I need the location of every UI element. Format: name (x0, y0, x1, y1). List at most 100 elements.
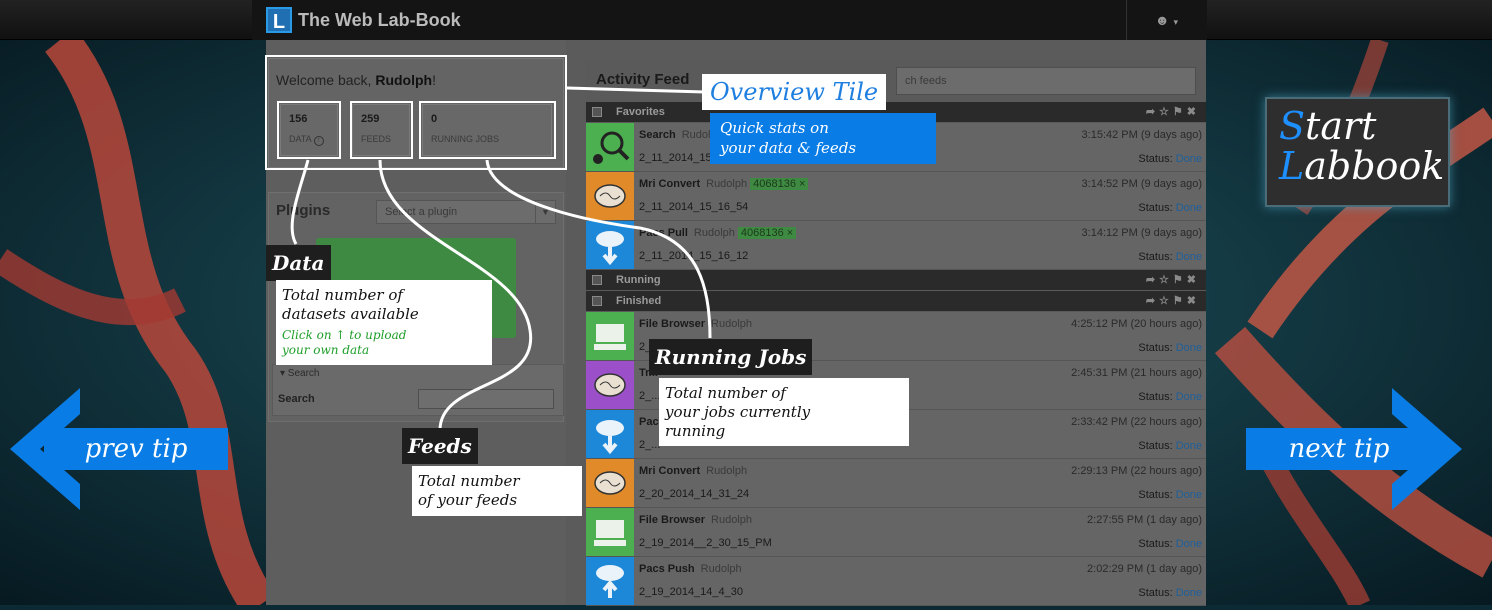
data-highlight (277, 101, 341, 159)
feed-status-link[interactable]: Done (1176, 153, 1202, 165)
feed-status-label: Status: (1138, 391, 1176, 403)
feed-plugin-name: Pacs Push (639, 563, 695, 575)
feed-time: 2:45:31 PM (21 hours ago) (1071, 367, 1202, 379)
section-running[interactable]: Running ➦☆⚑✖ (586, 270, 1206, 290)
start-word-rest: tart (1305, 104, 1377, 148)
feed-tag[interactable]: 4068136 × (737, 227, 797, 239)
feed-time: 4:25:12 PM (20 hours ago) (1071, 318, 1202, 330)
feed-status-label: Status: (1138, 153, 1176, 165)
feed-name[interactable]: Mri Convert Rudolph 4068136 × (639, 178, 809, 190)
feed-subtitle: 2_19_2014__2_30_15_PM (639, 537, 772, 549)
feed-row[interactable]: Mri Convert Rudolph 2_20_2014_14_31_24 2:29… (586, 459, 1206, 508)
feed-status: Status: Done (1138, 153, 1202, 165)
feed-time: 2:02:29 PM (1 day ago) (1087, 563, 1202, 575)
feed-status-link[interactable]: Done (1176, 489, 1202, 501)
feed-plugin-name: File Browser (639, 514, 706, 526)
feed-search-input[interactable]: ch feeds (896, 67, 1196, 95)
feed-row[interactable]: Pacs Push Rudolph 2_19_2014_14_4_30 2:02:29… (586, 557, 1206, 606)
section-running-label: Running (616, 274, 661, 286)
next-tip-button[interactable]: next tip (1246, 428, 1432, 470)
section-actions[interactable]: ➦☆⚑✖ (1146, 270, 1200, 290)
feed-plugin-name: Mri Convert (639, 465, 701, 477)
cloud-download-icon (586, 221, 634, 269)
plugins-title: Plugins (276, 202, 331, 219)
tour-jobs-title: Running Jobs (649, 339, 813, 375)
chevron-down-icon: ▾ (1173, 17, 1179, 27)
jobs-highlight (419, 101, 556, 159)
feed-tag[interactable]: 4068136 × (750, 178, 809, 190)
brain-icon (586, 459, 634, 507)
section-actions[interactable]: ➦☆⚑✖ (1146, 102, 1200, 122)
section-finished[interactable]: Finished ➦☆⚑✖ (586, 291, 1206, 311)
feed-user: Rudolph (700, 563, 742, 575)
activity-feed-title: Activity Feed (596, 71, 690, 88)
feed-status-link[interactable]: Done (1176, 538, 1202, 550)
feed-status: Status: Done (1138, 391, 1202, 403)
section-checkbox[interactable] (592, 107, 602, 117)
section-checkbox[interactable] (592, 275, 602, 285)
feed-subtitle: 2_11_2014_15_16_54 (639, 201, 749, 213)
feed-row[interactable]: Mri Convert Rudolph 4068136 × 2_11_2014_15_… (586, 172, 1206, 221)
top-navbar (0, 0, 1492, 40)
feed-row[interactable]: Pacs Pull Rudolph 4068136 × 2_11_2014_15_16… (586, 221, 1206, 270)
section-favorites-label: Favorites (616, 106, 665, 118)
app-logo: L (266, 7, 292, 33)
tour-jobs-body: Total number of your jobs currently runn… (659, 378, 909, 447)
cloud-download-icon (586, 410, 634, 458)
feed-subtitle: 2_20_2014_14_31_24 (639, 488, 750, 500)
feed-name[interactable]: File Browser Rudolph (639, 514, 752, 526)
folder-icon (586, 312, 634, 360)
section-actions[interactable]: ➦☆⚑✖ (1146, 291, 1200, 311)
feed-status-link[interactable]: Done (1176, 342, 1202, 354)
feed-status-link[interactable]: Done (1176, 202, 1202, 214)
feed-status-link[interactable]: Done (1176, 587, 1202, 599)
feed-status-label: Status: (1138, 587, 1176, 599)
tour-data-line-2: datasets available (282, 304, 419, 323)
feed-status: Status: Done (1138, 342, 1202, 354)
feed-subtitle: 2_11_2014_15_16_12 (639, 250, 749, 262)
prev-tip-button[interactable]: prev tip (44, 428, 228, 470)
feed-user: Rudolph (706, 465, 748, 477)
feed-time: 3:14:12 PM (9 days ago) (1081, 227, 1202, 239)
tour-data-line-1: Total number of (282, 286, 403, 304)
feed-status-label: Status: (1138, 538, 1176, 550)
feed-status-label: Status: (1138, 440, 1176, 452)
feed-plugin-name: Search (639, 129, 676, 141)
search-toggle[interactable]: ▾ Search (280, 368, 319, 379)
tour-overview-title: Overview Tile (702, 74, 887, 110)
section-finished-label: Finished (616, 295, 662, 307)
feed-status-label: Status: (1138, 342, 1176, 354)
tour-feeds-line-2: of your feeds (418, 490, 518, 509)
user-menu-button[interactable]: ☻ ▾ (1126, 0, 1206, 40)
feed-status: Status: Done (1138, 538, 1202, 550)
tour-data-hint-2: your own data (282, 343, 370, 358)
plugin-select-placeholder: Select a plugin (385, 206, 458, 218)
brain-icon (586, 172, 634, 220)
feed-time: 2:27:55 PM (1 day ago) (1087, 514, 1202, 526)
tour-data-hint-1: Click on ↑ to upload (282, 327, 407, 342)
section-checkbox[interactable] (592, 296, 602, 306)
feed-status-link[interactable]: Done (1176, 440, 1202, 452)
feed-name[interactable]: Mri Convert Rudolph (639, 465, 747, 477)
search-plugin-icon (586, 123, 634, 171)
feed-time: 3:15:42 PM (9 days ago) (1081, 129, 1202, 141)
feed-name[interactable]: Pacs Pull Rudolph 4068136 × (639, 227, 797, 239)
feed-name[interactable]: File Browser Rudolph (639, 318, 752, 330)
start-letter-s: S (1279, 104, 1306, 148)
feed-status: Status: Done (1138, 251, 1202, 263)
feed-name[interactable]: Pacs Push Rudolph (639, 563, 742, 575)
user-icon: ☻ (1154, 12, 1170, 28)
search-input[interactable] (418, 389, 554, 409)
feed-plugin-name: File Browser (639, 318, 706, 330)
brain-icon (586, 361, 634, 409)
search-label: Search (278, 393, 315, 405)
feed-status-link[interactable]: Done (1176, 391, 1202, 403)
brand[interactable]: L The Web Lab-Book (266, 7, 461, 33)
feed-subtitle: 2_... (639, 390, 661, 402)
feed-status-link[interactable]: Done (1176, 251, 1202, 263)
feed-row[interactable]: File Browser Rudolph 2_19_2014__2_30_15_PM… (586, 508, 1206, 557)
feed-status: Status: Done (1138, 587, 1202, 599)
feed-user: Rudolph (711, 318, 753, 330)
plugin-select[interactable]: Select a plugin ▼ (376, 200, 556, 224)
start-labbook-button[interactable]: Start Labbook (1265, 97, 1450, 207)
